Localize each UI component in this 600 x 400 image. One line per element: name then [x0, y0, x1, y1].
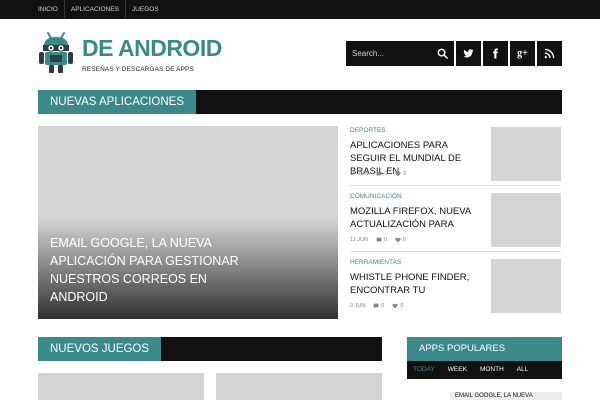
tab-all[interactable]: ALL	[517, 361, 529, 379]
rss-button[interactable]	[537, 41, 562, 66]
facebook-button[interactable]	[483, 41, 508, 66]
post-comment-count: 0	[383, 237, 387, 243]
post-title[interactable]: MOZILLA FIREFOX, NUEVA ACTUALIZACIÓN PAR…	[350, 205, 480, 231]
post-thumbnail[interactable]	[491, 259, 561, 313]
game-thumbnail[interactable]	[38, 373, 204, 400]
post-date: 9 JUN	[350, 303, 366, 309]
post-divider	[350, 251, 561, 252]
post-item: COMUNICACIÓN MOZILLA FIREFOX, NUEVA ACTU…	[350, 193, 561, 255]
popular-app-title: EMAIL GOOGLE, LA NUEVA	[455, 393, 533, 399]
popular-apps-tabs: TODAY WEEK MONTH ALL	[407, 361, 562, 379]
post-category[interactable]: DEPORTES	[350, 127, 386, 134]
post-comment-count: 0	[384, 171, 388, 177]
tab-week[interactable]: WEEK	[448, 361, 467, 379]
search-icon[interactable]	[437, 48, 448, 59]
popular-apps-header: APPS POPULARES	[407, 337, 562, 361]
post-item: HERRAMIENTAS WHISTLE PHONE FINDER, ENCON…	[350, 259, 561, 321]
comment-icon	[376, 171, 382, 177]
post-date: 11 JUN	[350, 237, 368, 243]
post-like-count: 0	[400, 303, 404, 309]
rss-icon	[544, 48, 555, 59]
post-category[interactable]: HERRAMIENTAS	[350, 259, 401, 266]
post-item: DEPORTES APLICACIONES PARA SEGUIR EL MUN…	[350, 127, 561, 189]
post-comment-count: 0	[381, 303, 385, 309]
logo-tagline: RESEÑAS Y DESCARGAS DE APPS	[82, 66, 194, 73]
post-thumbnail[interactable]	[491, 127, 561, 181]
featured-post-title[interactable]: EMAIL GOOGLE, LA NUEVA APLICACIÓN PARA G…	[50, 234, 250, 306]
logo-brand-text: DE ANDROID	[82, 35, 222, 61]
game-thumbnail[interactable]	[216, 373, 382, 400]
post-title[interactable]: WHISTLE PHONE FINDER, ENCONTRAR TU	[350, 271, 480, 297]
post-date: 16 JUN	[350, 171, 369, 177]
site-logo[interactable]: DE ANDROID RESEÑAS Y DESCARGAS DE APPS	[38, 30, 222, 76]
tab-today[interactable]: TODAY	[413, 361, 435, 379]
post-meta: 11 JUN 0 0	[350, 236, 414, 244]
new-apps-section-title[interactable]: NUEVAS APLICACIONES	[38, 90, 196, 114]
post-comments[interactable]: 0	[373, 303, 384, 309]
post-divider	[350, 185, 561, 186]
featured-post[interactable]: EMAIL GOOGLE, LA NUEVA APLICACIÓN PARA G…	[38, 126, 338, 319]
post-like-count: 0	[403, 237, 407, 243]
top-nav-menu: Inicio Aplicaciones Juegos	[32, 0, 165, 19]
nav-link-aplicaciones[interactable]: Aplicaciones	[65, 0, 126, 19]
facebook-icon	[492, 48, 498, 59]
tab-month[interactable]: MONTH	[480, 361, 504, 379]
twitter-icon	[463, 49, 474, 58]
search-input[interactable]	[346, 41, 432, 66]
post-likes[interactable]: 0	[392, 303, 403, 309]
heart-icon	[392, 303, 398, 309]
new-apps-section-header: NUEVAS APLICACIONES	[38, 90, 562, 114]
post-category[interactable]: COMUNICACIÓN	[350, 193, 402, 200]
post-comments[interactable]: 0	[376, 237, 387, 243]
top-navigation-bar: Inicio Aplicaciones Juegos	[0, 0, 600, 19]
comment-icon	[376, 237, 382, 243]
twitter-button[interactable]	[456, 41, 481, 66]
post-likes[interactable]: 0	[395, 171, 406, 177]
post-meta: 9 JUN 0 0	[350, 302, 411, 310]
nav-link-inicio[interactable]: Inicio	[32, 0, 65, 19]
google-plus-icon: g+	[517, 48, 528, 59]
heart-icon	[395, 237, 401, 243]
post-thumbnail[interactable]	[491, 193, 561, 247]
post-comments[interactable]: 0	[376, 171, 387, 177]
nav-link-juegos[interactable]: Juegos	[126, 0, 165, 19]
heart-icon	[395, 171, 402, 177]
popular-app-item[interactable]: EMAIL GOOGLE, LA NUEVA	[450, 392, 562, 400]
post-meta: 16 JUN 0 0	[350, 170, 414, 178]
new-games-section-header: NUEVOS JUEGOS	[38, 337, 382, 361]
post-like-count: 0	[403, 171, 407, 177]
android-robot-logo-icon	[39, 32, 73, 73]
search-box	[346, 41, 454, 66]
google-plus-button[interactable]: g+	[510, 41, 535, 66]
comment-icon	[373, 303, 379, 309]
new-games-section-title[interactable]: NUEVOS JUEGOS	[38, 337, 162, 361]
post-likes[interactable]: 0	[395, 237, 406, 243]
